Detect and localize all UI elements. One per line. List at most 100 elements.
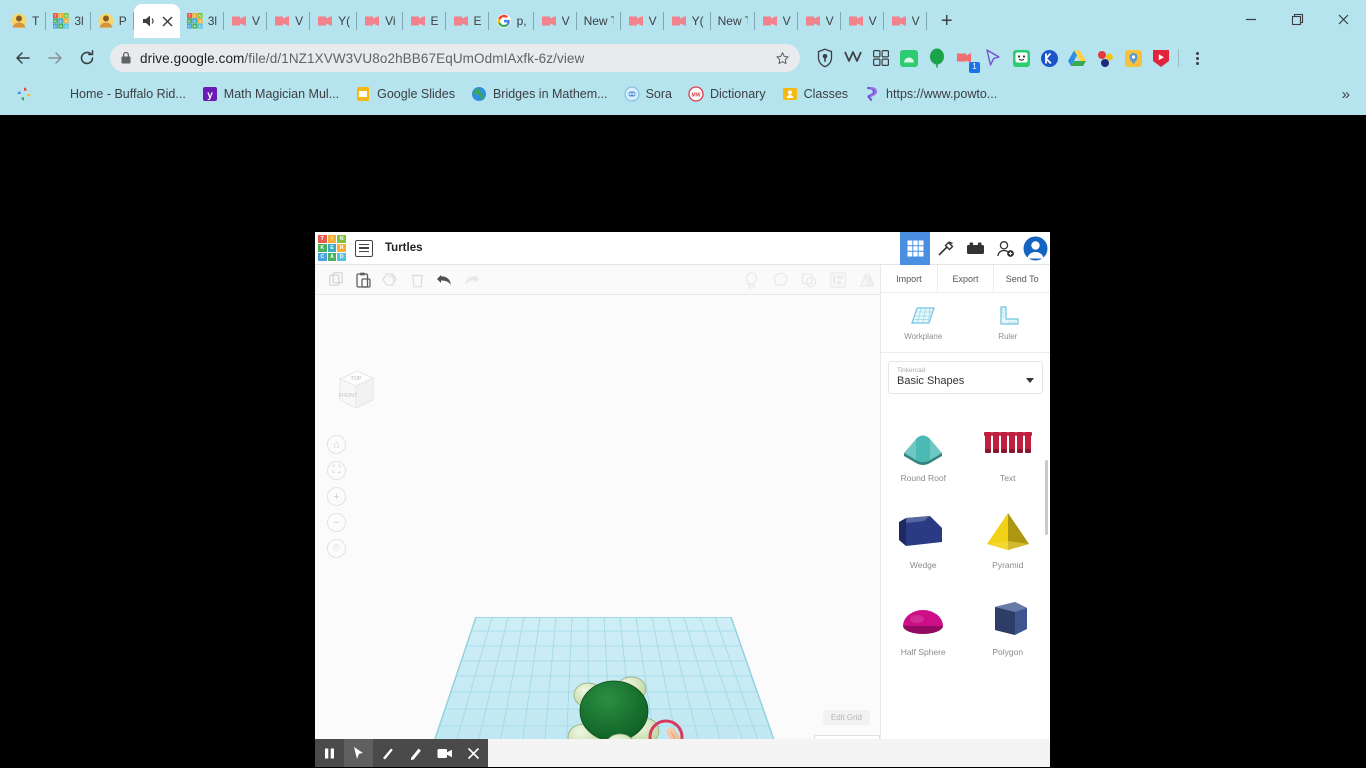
address-bar[interactable]: drive.google.com/file/d/1NZ1XVW3VU8o2hBB… bbox=[110, 44, 800, 72]
tab-close-icon[interactable] bbox=[162, 15, 173, 27]
browser-tab-19[interactable]: V bbox=[841, 4, 884, 38]
shape-item-pyramid[interactable]: Pyramid bbox=[966, 489, 1051, 576]
design-grid-icon[interactable] bbox=[900, 232, 930, 265]
location-extension-icon[interactable] bbox=[1122, 47, 1144, 69]
view-cube[interactable]: TOP FRONT bbox=[333, 367, 378, 414]
orthographic-view-icon[interactable]: ⌾ bbox=[327, 539, 346, 558]
tinkercad-video-frame[interactable]: TINKERCAD Turtles TOP FRONT ⌂ ⛶ + − ⌾ Ed… bbox=[315, 232, 1050, 767]
undo-icon[interactable] bbox=[431, 268, 457, 292]
grammarly-extension-icon[interactable] bbox=[842, 47, 864, 69]
marker-button[interactable] bbox=[401, 739, 430, 767]
zoom-in-icon[interactable]: + bbox=[327, 487, 346, 506]
bookmark-item-1[interactable]: Home - Buffalo Rid... bbox=[42, 83, 192, 105]
browser-tab-12[interactable]: V bbox=[534, 4, 577, 38]
workplane-tool[interactable]: Workplane bbox=[881, 293, 966, 352]
shape-item-wedge[interactable]: Wedge bbox=[881, 489, 966, 576]
bookmark-item-3[interactable]: Google Slides bbox=[349, 83, 461, 105]
apps-grid-icon[interactable] bbox=[870, 47, 892, 69]
user-avatar-icon[interactable] bbox=[1020, 232, 1050, 265]
blocks-icon[interactable] bbox=[960, 232, 990, 265]
maximize-button[interactable] bbox=[1274, 3, 1320, 35]
home-view-icon[interactable]: ⌂ bbox=[327, 435, 346, 454]
green-balloon-extension-icon[interactable] bbox=[926, 47, 948, 69]
screencastify-extension-icon[interactable]: 1 bbox=[954, 47, 980, 73]
pause-button[interactable] bbox=[315, 739, 344, 767]
browser-tab-16[interactable]: New T bbox=[711, 4, 755, 38]
light-bulb-icon[interactable] bbox=[738, 268, 764, 292]
google-drive-extension-icon[interactable] bbox=[1066, 47, 1088, 69]
panel-scrollbar[interactable] bbox=[1045, 460, 1048, 535]
browser-tab-18[interactable]: V bbox=[798, 4, 841, 38]
panel-tab-send-to[interactable]: Send To bbox=[994, 265, 1050, 292]
ungroup-icon[interactable] bbox=[796, 268, 822, 292]
close-window-button[interactable] bbox=[1320, 3, 1366, 35]
delete-icon[interactable] bbox=[404, 268, 430, 292]
browser-tab-9[interactable]: E bbox=[403, 4, 446, 38]
hamburger-menu-icon[interactable] bbox=[355, 239, 373, 257]
bookmark-item-4[interactable]: Bridges in Mathem... bbox=[465, 83, 614, 105]
redo-icon[interactable] bbox=[458, 268, 484, 292]
kami-extension-icon[interactable] bbox=[1038, 47, 1060, 69]
forward-button[interactable] bbox=[40, 43, 70, 73]
browser-tab-6[interactable]: V bbox=[267, 4, 311, 38]
bookmark-item-5[interactable]: Sora bbox=[618, 83, 678, 105]
panel-tab-import[interactable]: Import bbox=[881, 265, 938, 292]
cursor-button[interactable] bbox=[343, 739, 373, 767]
shape-item-text[interactable]: Text bbox=[966, 402, 1051, 489]
browser-tab-2[interactable]: P bbox=[91, 4, 134, 38]
fit-view-icon[interactable]: ⛶ bbox=[327, 461, 346, 480]
browser-tab-20[interactable]: V bbox=[884, 4, 927, 38]
browser-tab-15[interactable]: Y( bbox=[664, 4, 711, 38]
browser-tab-17[interactable]: V bbox=[755, 4, 798, 38]
bookmark-item-7[interactable]: Classes bbox=[776, 83, 854, 105]
browser-tab-7[interactable]: Y( bbox=[310, 4, 358, 38]
bookmark-item-2[interactable]: y Math Magician Mul... bbox=[196, 83, 345, 105]
minimize-button[interactable] bbox=[1228, 3, 1274, 35]
design-canvas[interactable]: Workplane bbox=[315, 295, 880, 767]
kebab-menu-icon[interactable] bbox=[1185, 51, 1209, 65]
shield-extension-icon[interactable] bbox=[814, 47, 836, 69]
close-button[interactable] bbox=[459, 739, 488, 767]
codeblocks-hammer-icon[interactable] bbox=[930, 232, 960, 265]
ruler-tool[interactable]: Ruler bbox=[966, 293, 1051, 352]
browser-tab-5[interactable]: V bbox=[224, 4, 268, 38]
paste-icon[interactable] bbox=[350, 268, 376, 292]
classroom-screen-extension-icon[interactable] bbox=[1010, 47, 1032, 69]
youtube-downloader-extension-icon[interactable] bbox=[1150, 47, 1172, 69]
back-button[interactable] bbox=[8, 43, 38, 73]
copy-icon[interactable] bbox=[323, 268, 349, 292]
group-icon[interactable] bbox=[767, 268, 793, 292]
mirror-icon[interactable] bbox=[854, 268, 880, 292]
browser-tab-11[interactable]: p, bbox=[489, 4, 534, 38]
bookmark-item-0[interactable] bbox=[10, 83, 38, 105]
reload-button[interactable] bbox=[72, 43, 102, 73]
browser-tab-14[interactable]: V bbox=[621, 4, 664, 38]
browser-tab-0[interactable]: T bbox=[4, 4, 47, 38]
shape-library-select[interactable]: Tinkercad Basic Shapes bbox=[888, 361, 1043, 394]
browser-tab-10[interactable]: E bbox=[446, 4, 489, 38]
browser-tab-13[interactable]: New T bbox=[577, 4, 621, 38]
shape-item-half-sphere[interactable]: Half Sphere bbox=[881, 576, 966, 663]
browser-tab-8[interactable]: Vi bbox=[357, 4, 403, 38]
shape-item-polygon[interactable]: Polygon bbox=[966, 576, 1051, 663]
panel-tab-export[interactable]: Export bbox=[938, 265, 995, 292]
zoom-out-icon[interactable]: − bbox=[327, 513, 346, 532]
star-icon[interactable] bbox=[775, 51, 790, 66]
browser-tab-4[interactable]: T I N K E R C A D 3l bbox=[180, 4, 225, 38]
browser-tab-1[interactable]: T I N K E R C A D 3l bbox=[46, 4, 91, 38]
edit-grid-button[interactable]: Edit Grid bbox=[822, 710, 870, 725]
browser-tab-3[interactable] bbox=[133, 4, 180, 38]
bookmark-item-6[interactable]: MW Dictionary bbox=[682, 83, 772, 105]
bookmark-item-8[interactable]: https://www.powto... bbox=[858, 83, 1003, 105]
molecule-extension-icon[interactable] bbox=[1094, 47, 1116, 69]
align-icon[interactable] bbox=[825, 268, 851, 292]
green-arch-extension-icon[interactable] bbox=[898, 47, 920, 69]
webcam-button[interactable] bbox=[430, 739, 459, 767]
shape-item-round-roof[interactable]: Round Roof bbox=[881, 402, 966, 489]
duplicate-icon[interactable] bbox=[377, 268, 403, 292]
add-person-icon[interactable] bbox=[990, 232, 1020, 265]
pen-button[interactable] bbox=[373, 739, 402, 767]
cursor-extension-icon[interactable] bbox=[982, 47, 1004, 69]
new-tab-button[interactable]: + bbox=[933, 7, 961, 35]
bookmarks-overflow-button[interactable]: » bbox=[1342, 86, 1356, 103]
